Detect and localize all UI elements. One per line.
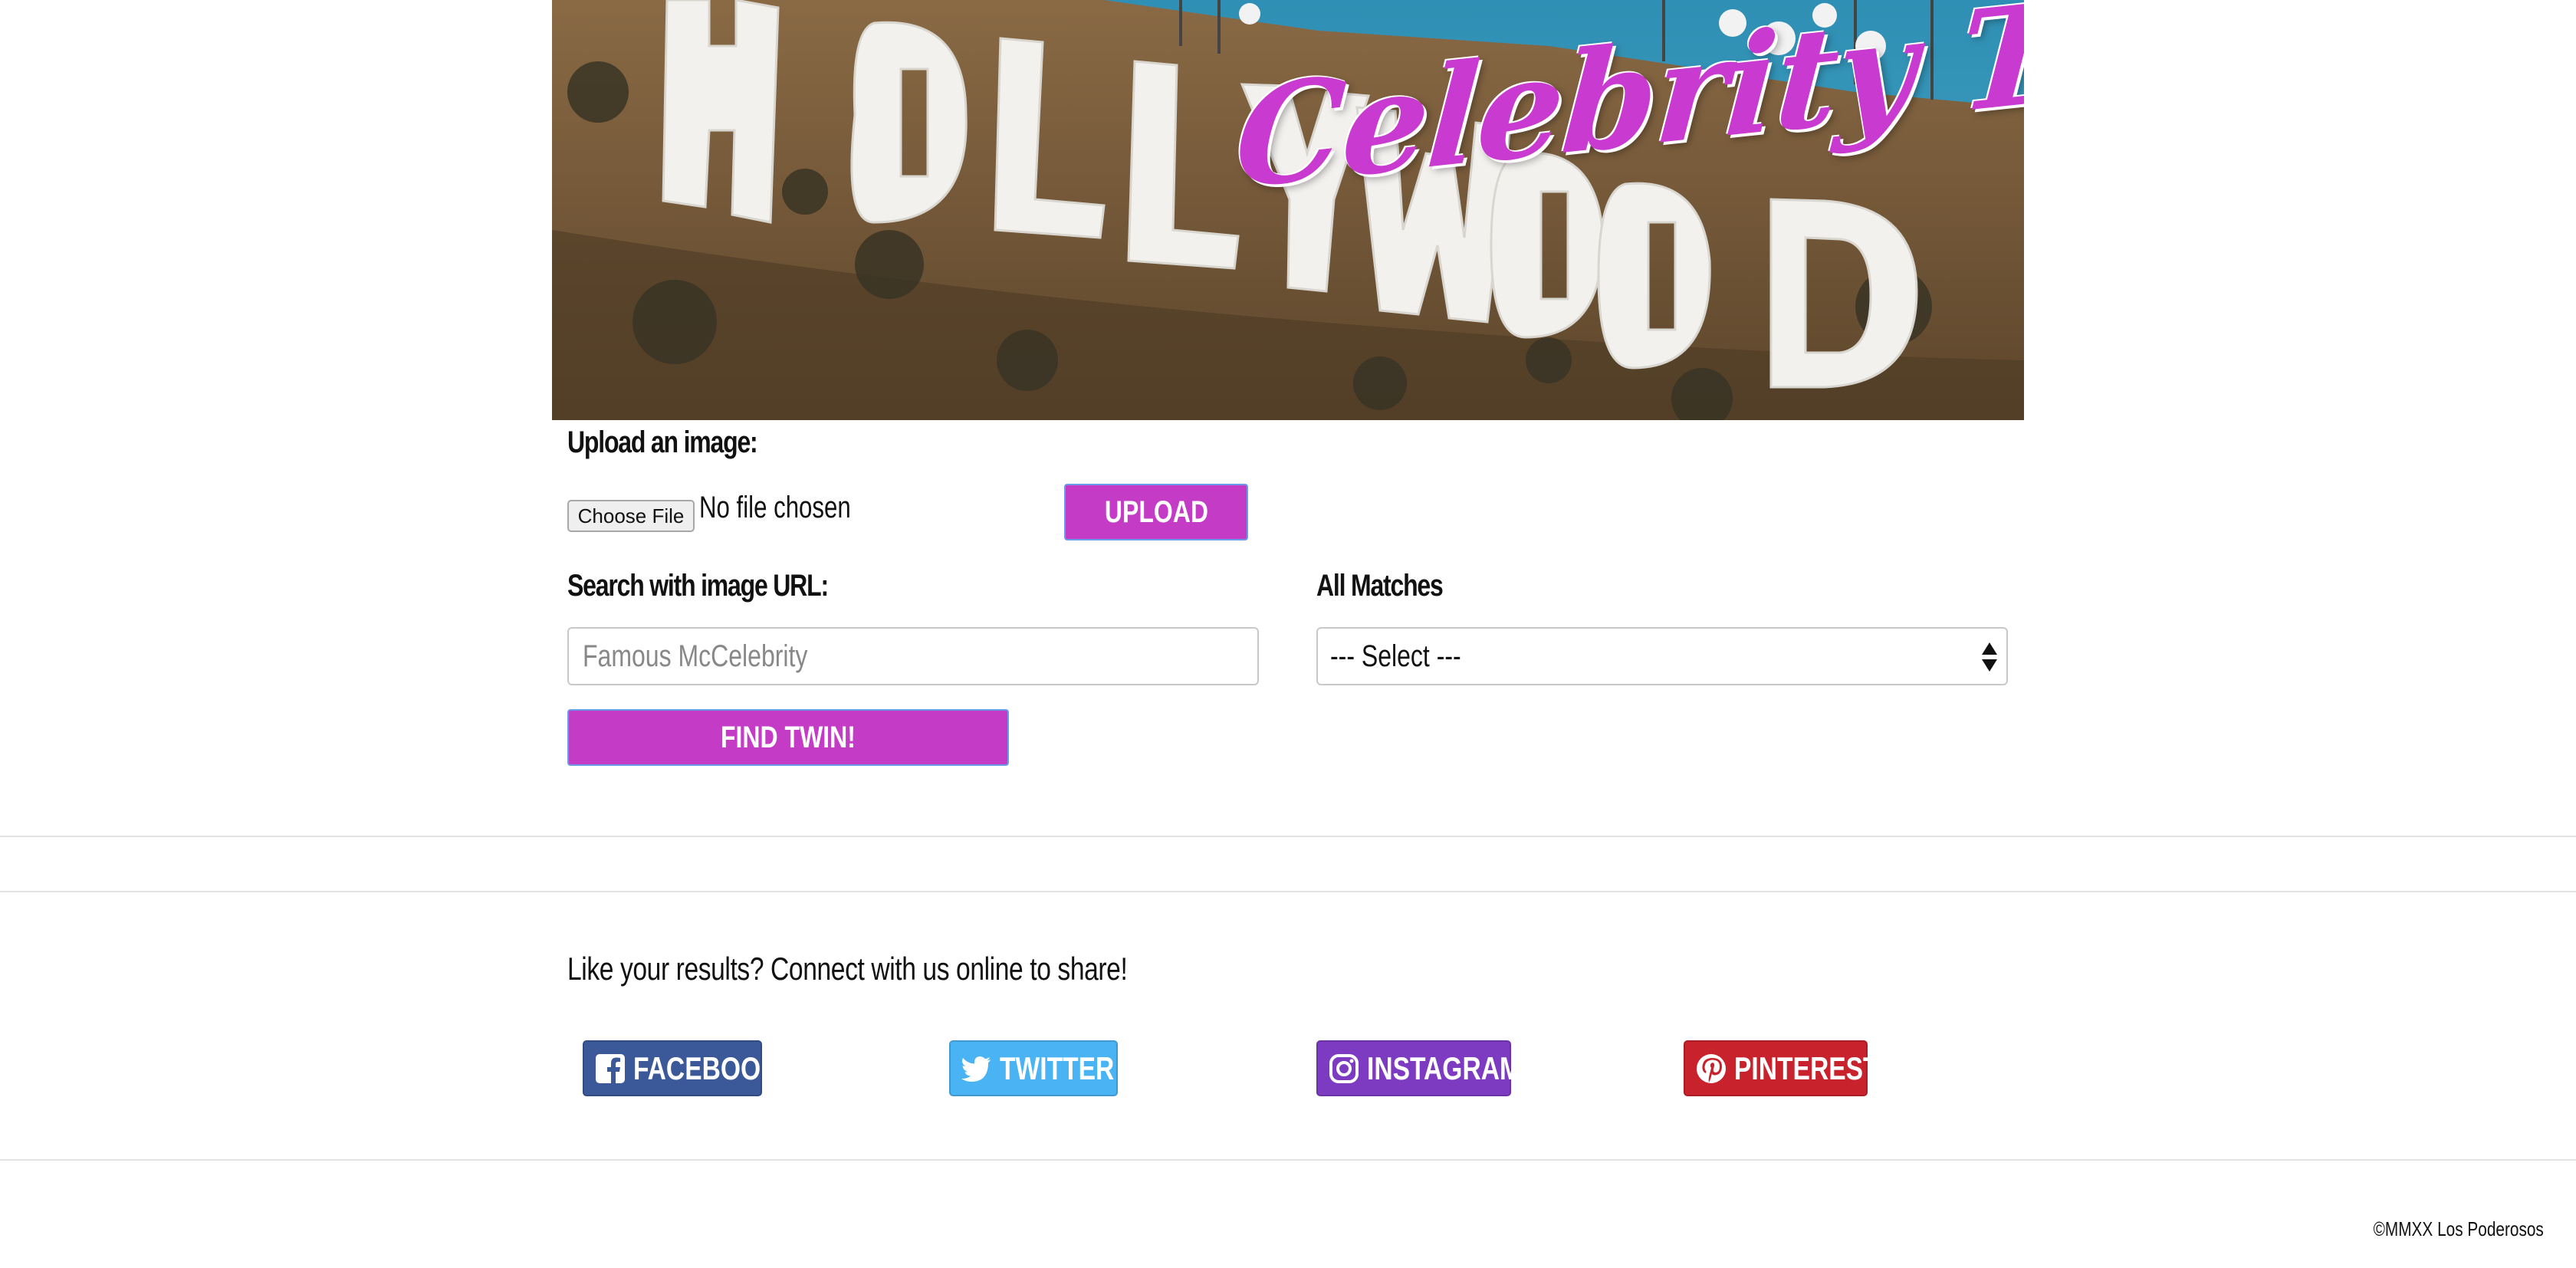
twitter-button[interactable]: TWITTER [949, 1040, 1118, 1096]
search-url-label: Search with image URL: [567, 569, 829, 603]
upload-button-label: UPLOAD [1104, 494, 1208, 529]
pinterest-icon [1697, 1053, 1726, 1083]
copyright-text: ©MMXX Los Poderosos [2373, 1217, 2544, 1240]
select-arrows-icon [1982, 642, 1997, 672]
divider [0, 1159, 2576, 1161]
upload-label: Upload an image: [567, 425, 758, 459]
divider [0, 891, 2576, 892]
facebook-label: FACEBOOK [633, 1050, 780, 1086]
facebook-icon [596, 1053, 625, 1084]
pinterest-label: PINTEREST [1734, 1050, 1879, 1086]
twitter-icon [961, 1056, 991, 1082]
instagram-icon [1329, 1053, 1359, 1083]
image-url-placeholder: Famous McCelebrity [583, 639, 808, 673]
find-twin-button-label: FIND TWIN! [721, 720, 856, 754]
no-file-status: No file chosen [699, 491, 851, 524]
matches-select-value: --- Select --- [1330, 639, 1461, 673]
all-matches-label: All Matches [1316, 569, 1444, 603]
pinterest-button[interactable]: PINTEREST [1684, 1040, 1879, 1096]
instagram-button[interactable]: INSTAGRAM [1316, 1040, 1521, 1096]
matches-select[interactable]: --- Select --- [1316, 627, 2008, 685]
twitter-label: TWITTER [1000, 1050, 1115, 1086]
share-text: Like your results? Connect with us onlin… [567, 951, 1128, 987]
facebook-button[interactable]: FACEBOOK [583, 1040, 779, 1096]
hero-banner: Celebrity Twin! [552, 0, 2024, 420]
upload-button[interactable]: UPLOAD [1064, 484, 1248, 540]
image-url-input[interactable]: Famous McCelebrity [567, 627, 1259, 685]
choose-file-button[interactable]: Choose File [567, 500, 695, 532]
instagram-label: INSTAGRAM [1367, 1050, 1521, 1086]
divider [0, 836, 2576, 837]
find-twin-button[interactable]: FIND TWIN! [567, 709, 1009, 766]
